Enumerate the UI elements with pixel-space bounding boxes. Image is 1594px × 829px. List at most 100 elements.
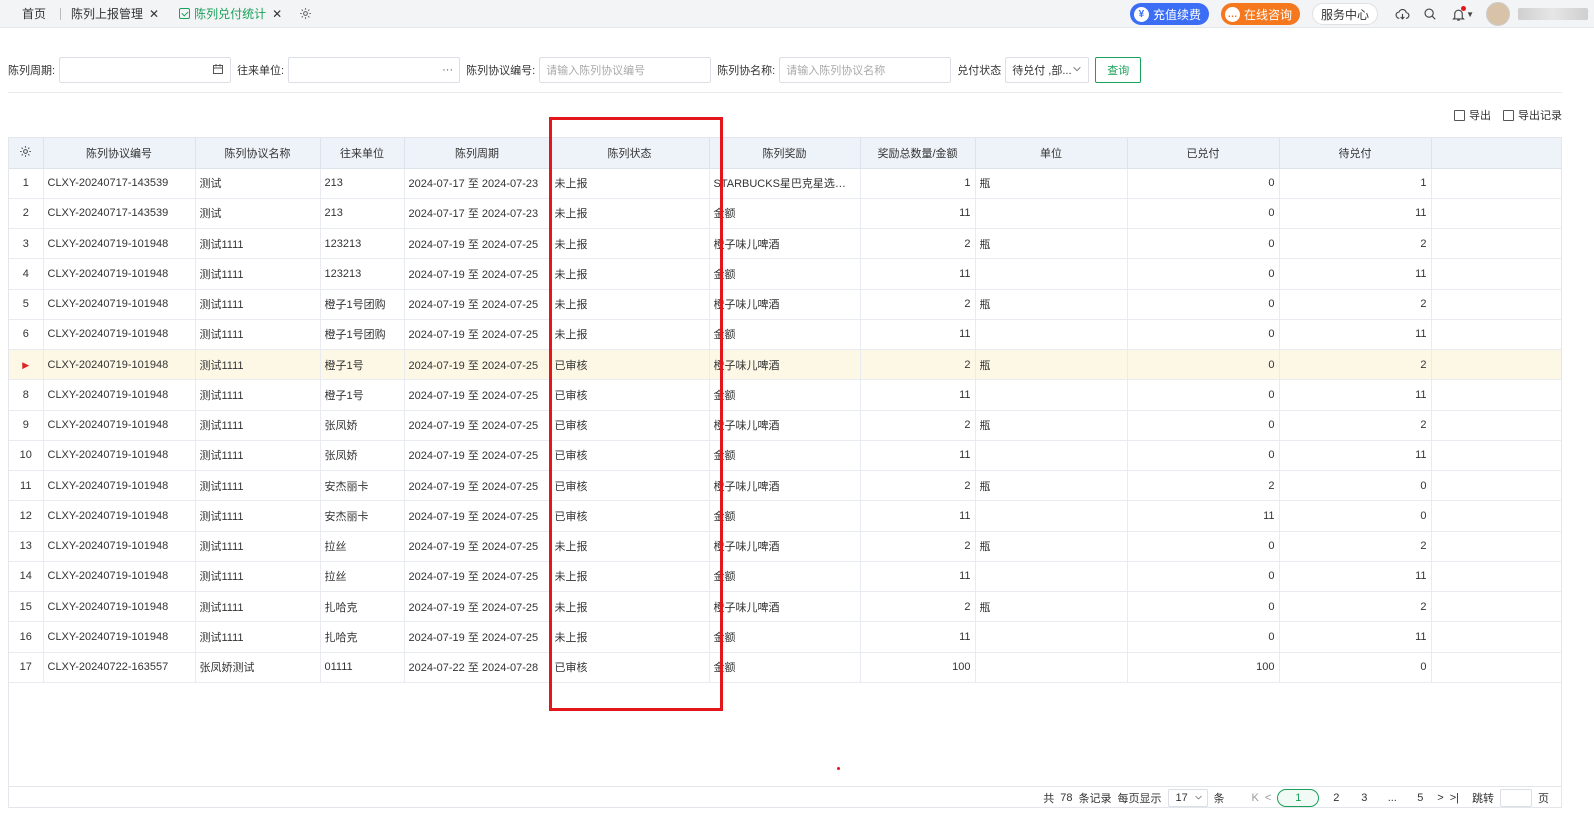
table-cell: 金额 (709, 319, 861, 351)
agreement-name-input[interactable]: 请输入陈列协议名称 (779, 57, 952, 83)
query-button[interactable]: 查询 (1095, 57, 1142, 83)
column-header[interactable]: 陈列协议编号 (43, 138, 196, 169)
table-cell: CLXY-20240719-101948 (43, 531, 196, 562)
calendar-icon[interactable] (212, 63, 224, 78)
table-cell: 2024-07-19 至 2024-07-25 (404, 289, 551, 320)
table-cell: 扎哈克 (320, 591, 405, 623)
table-cell: 2 (1279, 531, 1432, 562)
bell-icon[interactable]: ▼ (1450, 6, 1474, 22)
top-right-toolbar: ¥ 充值续费 … 在线咨询 服务中心 ▼ (1129, 0, 1594, 28)
table-cell: 1 (860, 168, 976, 199)
table-cell: 11 (1279, 440, 1432, 472)
cloud-download-icon[interactable] (1394, 6, 1410, 22)
column-header[interactable]: 已兑付 (1127, 138, 1280, 169)
chevron-down-icon[interactable]: ▼ (1466, 10, 1474, 19)
table-row[interactable]: 13 CLXY-20240719-101948 测试1111 拉丝 2024-07-19… (9, 531, 1561, 562)
partner-input[interactable]: ··· (288, 57, 461, 83)
page-number[interactable]: 5 (1409, 789, 1431, 807)
prev-page-icon[interactable]: < (1265, 792, 1271, 804)
table-cell-empty (1431, 258, 1561, 290)
table-cell-empty (1431, 198, 1561, 230)
query-button-label: 查询 (1107, 65, 1130, 77)
column-header[interactable]: 奖励总数量/金额 (860, 138, 976, 169)
table-row[interactable]: 14 CLXY-20240719-101948 测试1111 拉丝 2024-07-19… (9, 561, 1561, 593)
table-row[interactable]: 8 CLXY-20240719-101948 测试1111 橙子1号 2024-07-1… (9, 379, 1561, 411)
last-page-icon[interactable]: >| (1450, 792, 1459, 804)
export-records-button[interactable]: 导出记录 (1503, 107, 1562, 123)
column-header[interactable]: 陈列奖励 (709, 138, 861, 169)
table-header-row: 陈列协议编号 陈列协议名称 往来单位 陈列周期 陈列状态 陈列奖励 奖励总数量/… (9, 138, 1561, 169)
table-cell: 橙子1号 (320, 379, 405, 411)
table-cell: 2024-07-19 至 2024-07-25 (404, 591, 551, 623)
first-page-icon[interactable]: K (1252, 792, 1259, 804)
table-cell: 2 (860, 531, 976, 562)
table-row[interactable]: 12 CLXY-20240719-101948 测试1111 安杰丽卡 2024-07-… (9, 500, 1561, 532)
pagination: 共 78 条记录 每页显示 17 条 K < 1 2 3 ... 5 > >| … (8, 786, 1562, 808)
next-page-icon[interactable]: > (1437, 792, 1443, 804)
table-cell: 0 (1127, 198, 1280, 230)
column-header[interactable]: 往来单位 (320, 138, 405, 169)
table-cell: 已审核 (550, 379, 710, 411)
column-header[interactable]: 陈列协议名称 (195, 138, 321, 169)
table-cell: 1 (1279, 168, 1432, 199)
recharge-button[interactable]: ¥ 充值续费 (1129, 3, 1209, 25)
pager-total-prefix: 共 (1043, 792, 1055, 805)
row-number-cell: 15 (9, 591, 44, 623)
table-cell: 橙子味儿啤酒 (709, 591, 861, 623)
column-settings-icon[interactable] (9, 138, 44, 169)
agreement-no-input[interactable]: 请输入陈列协议编号 (539, 57, 712, 83)
table-cell: 11 (1279, 258, 1432, 290)
table-cell: 0 (1127, 379, 1280, 411)
table-cell: 测试1111 (195, 228, 321, 260)
table-row[interactable]: 3 CLXY-20240719-101948 测试1111 123213 2024-07… (9, 228, 1561, 260)
table-cell: 2024-07-19 至 2024-07-25 (404, 470, 551, 502)
column-header[interactable]: 陈列状态 (550, 138, 710, 169)
more-icon[interactable]: ··· (442, 64, 453, 76)
page-number[interactable]: 3 (1353, 789, 1375, 807)
table-cell: 瓶 (975, 470, 1128, 502)
table-cell: 0 (1279, 470, 1432, 502)
online-consult-button[interactable]: … 在线咨询 (1220, 3, 1300, 25)
column-header[interactable]: 陈列周期 (404, 138, 551, 169)
gear-icon[interactable] (298, 7, 312, 21)
table-row[interactable]: 15 CLXY-20240719-101948 测试1111 扎哈克 2024-07-1… (9, 591, 1561, 623)
search-icon[interactable] (1422, 6, 1438, 22)
column-header[interactable]: 单位 (975, 138, 1128, 169)
table-row[interactable]: 17 CLXY-20240722-163557 张凤娇测试 01111 2024-07-… (9, 652, 1561, 683)
table-cell: 2 (1279, 349, 1432, 381)
table-cell: 橙子味儿啤酒 (709, 349, 861, 381)
page-number[interactable]: 2 (1325, 789, 1347, 807)
table-cell-empty (1431, 531, 1561, 562)
tab-payment-stats-label: 陈列兑付统计 (194, 7, 267, 21)
jump-page-input[interactable] (1500, 788, 1532, 807)
table-cell: 未上报 (550, 289, 710, 320)
table-cell: 瓶 (975, 410, 1128, 441)
close-icon[interactable]: ✕ (272, 7, 282, 21)
table-row[interactable]: 6 CLXY-20240719-101948 测试1111 橙子1号团购 2024-07… (9, 319, 1561, 351)
status-select[interactable]: 待兑付 ,部... (1005, 57, 1090, 83)
table-row[interactable]: 11 CLXY-20240719-101948 测试1111 安杰丽卡 2024-07-… (9, 470, 1561, 502)
table-row[interactable]: 5 CLXY-20240719-101948 测试1111 橙子1号团购 2024-07… (9, 289, 1561, 320)
username-blurred[interactable] (1518, 8, 1588, 20)
table-row[interactable]: ▶ CLXY-20240719-101948 测试1111 橙子1号 2024-07-1… (9, 349, 1561, 381)
data-table: 陈列协议编号 陈列协议名称 往来单位 陈列周期 陈列状态 陈列奖励 奖励总数量/… (8, 137, 1562, 808)
column-header[interactable]: 待兑付 (1279, 138, 1432, 169)
table-cell: 测试1111 (195, 349, 321, 381)
table-row[interactable]: 2 CLXY-20240717-143539 测试 213 2024-07-17 至 2… (9, 198, 1561, 230)
close-icon[interactable]: ✕ (149, 7, 159, 21)
table-row[interactable]: 4 CLXY-20240719-101948 测试1111 123213 2024-07… (9, 258, 1561, 290)
table-cell: CLXY-20240719-101948 (43, 470, 196, 502)
table-row[interactable]: 9 CLXY-20240719-101948 测试1111 张凤娇 2024-07-19… (9, 410, 1561, 441)
avatar[interactable] (1486, 2, 1510, 26)
tab-home[interactable]: 首页 (0, 0, 60, 28)
service-center-button[interactable]: 服务中心 (1311, 3, 1378, 25)
table-row[interactable]: 16 CLXY-20240719-101948 测试1111 扎哈克 2024-07-1… (9, 621, 1561, 653)
page-number[interactable]: 1 (1277, 788, 1320, 807)
tab-payment-stats[interactable]: 陈列兑付统计 ✕ (169, 0, 292, 28)
export-button[interactable]: 导出 (1454, 107, 1491, 123)
period-date-input[interactable] (59, 57, 232, 83)
per-page-select[interactable]: 17 (1167, 788, 1208, 807)
table-row[interactable]: 10 CLXY-20240719-101948 测试1111 张凤娇 2024-07-1… (9, 440, 1561, 472)
table-row[interactable]: 1 CLXY-20240717-143539 测试 213 2024-07-17 至 2… (9, 168, 1561, 199)
tab-report-management[interactable]: 陈列上报管理 ✕ (61, 0, 169, 28)
